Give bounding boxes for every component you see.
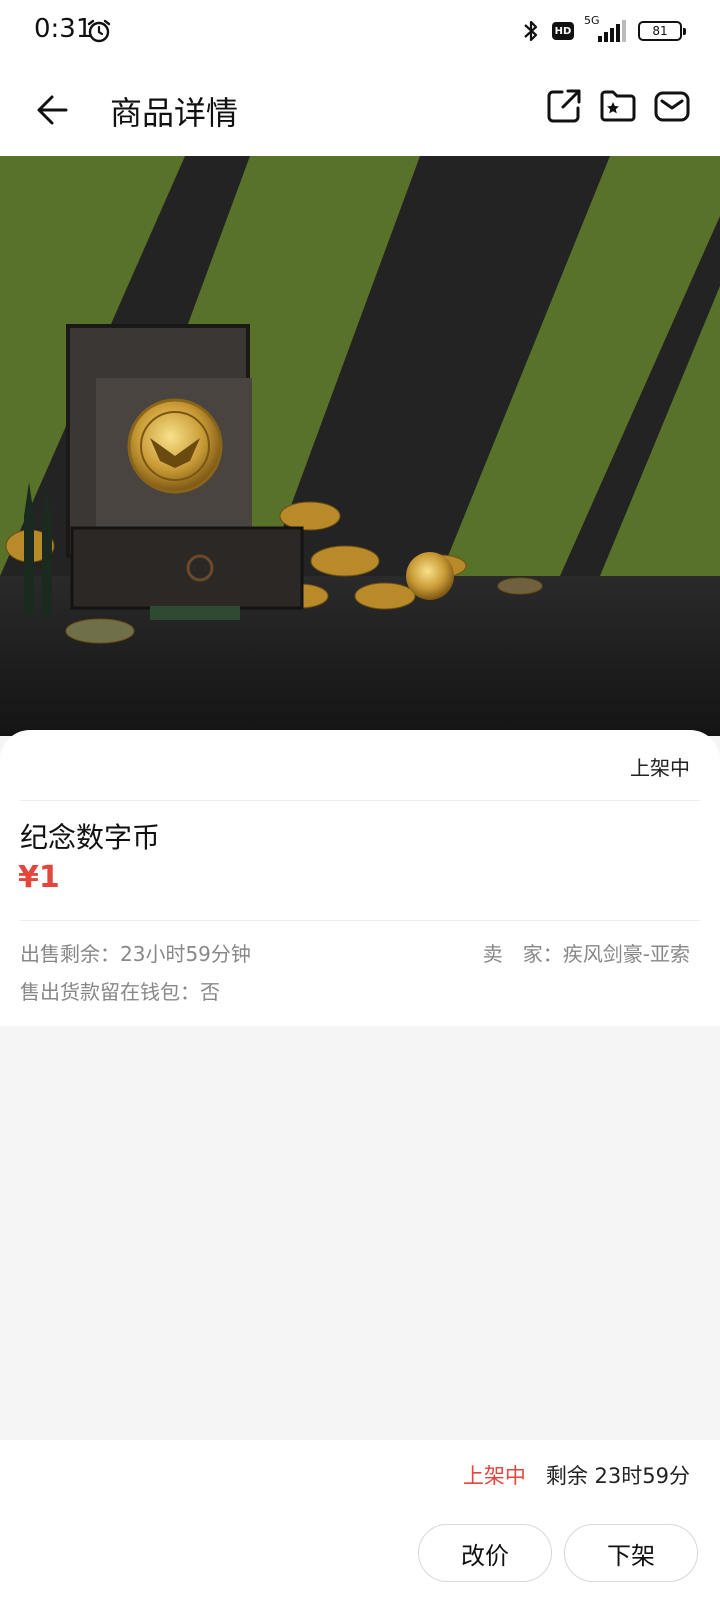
- message-icon[interactable]: [652, 86, 692, 126]
- alarm-icon: [87, 19, 111, 43]
- page-title: 商品详情: [110, 94, 239, 132]
- bluetooth-icon: [524, 20, 538, 42]
- product-name: 纪念数字币: [20, 821, 161, 854]
- bottom-remaining-time: 剩余 23时59分: [545, 1464, 690, 1488]
- listing-status: 上架中: [630, 756, 690, 780]
- product-price: ¥1: [18, 860, 60, 895]
- signal-icon: 5G: [584, 14, 628, 44]
- delist-button[interactable]: 下架: [564, 1524, 698, 1582]
- proceeds-to-wallet: 售出货款留在钱包：否: [20, 980, 220, 1004]
- product-illustration: [0, 156, 720, 736]
- share-icon[interactable]: [544, 86, 584, 126]
- product-image: [0, 156, 720, 736]
- status-icons: HD 5G 81: [520, 14, 686, 46]
- status-bar: 0:31 HD 5G 81: [0, 0, 720, 64]
- seller-info: 卖 家：疾风剑豪-亚索: [482, 942, 690, 966]
- product-info-card: 上架中 纪念数字币 ¥1 出售剩余：23小时59分钟 卖 家：疾风剑豪-亚索 售…: [0, 730, 720, 1026]
- battery-level: 81: [652, 24, 668, 38]
- change-price-button[interactable]: 改价: [418, 1524, 552, 1582]
- status-time: 0:31: [34, 14, 93, 44]
- bottom-action-bar: 上架中 剩余 23时59分 改价 下架: [0, 1440, 720, 1600]
- back-arrow-icon[interactable]: [30, 86, 78, 134]
- divider: [20, 920, 700, 921]
- header-bar: 商品详情: [0, 64, 720, 156]
- sale-remaining: 出售剩余：23小时59分钟: [20, 942, 251, 966]
- bottom-listing-status: 上架中: [462, 1464, 526, 1488]
- bottom-status: 上架中 剩余 23时59分: [463, 1460, 690, 1490]
- divider: [20, 800, 700, 801]
- favorite-folder-icon[interactable]: [598, 86, 638, 126]
- battery-indicator: 81: [638, 21, 686, 41]
- hd-badge: HD: [552, 22, 574, 40]
